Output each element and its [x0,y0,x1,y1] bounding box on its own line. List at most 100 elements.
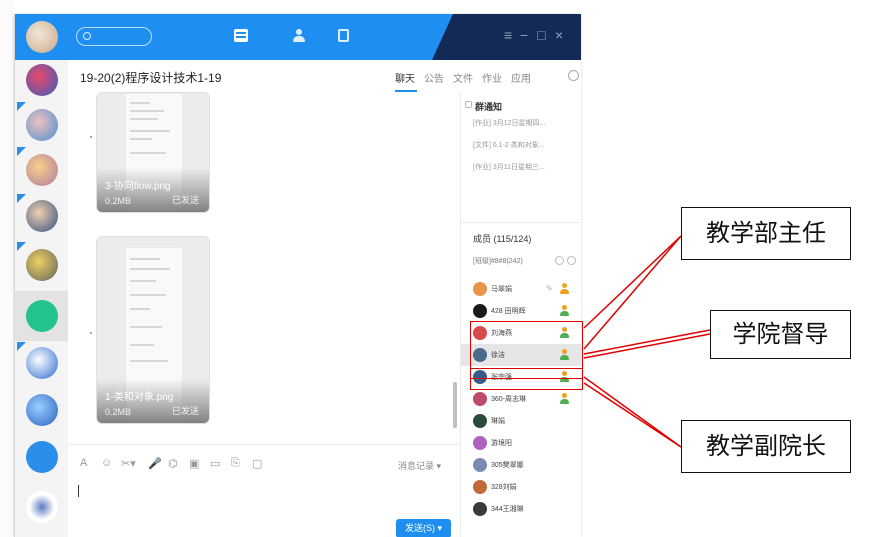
arrow-supervisor [583,329,711,355]
arrow-director [583,235,682,329]
group-admin-icon [559,393,570,405]
image-icon[interactable]: ▣ [189,457,199,470]
notice-item[interactable]: [文件] 6.1-2 类和对象... [473,140,545,150]
more-icon[interactable]: ▢ [252,457,262,470]
message-scrollbar[interactable] [453,382,457,428]
text-cursor [78,485,79,497]
tab-files[interactable]: 文件 [453,70,473,85]
arrow-supervisor [583,333,711,359]
tab-homework[interactable]: 作业 [482,70,502,85]
group-chat-avatar[interactable] [26,300,58,332]
conversation-avatar[interactable] [26,64,58,96]
tab-apps[interactable]: 应用 [511,70,531,85]
group-notice-title[interactable]: 群通知 [475,100,502,113]
conversation-avatar[interactable] [26,154,58,186]
maximize-button[interactable]: □ [537,27,545,43]
annotation-label: 教学部主任 [681,207,851,260]
member-avatar [473,392,487,406]
arrow-director [583,235,682,350]
red-packet-icon[interactable]: ⎘ [231,457,240,470]
menu-icon[interactable]: ≡ [504,27,512,43]
font-icon[interactable]: A [80,457,87,469]
gear-icon[interactable] [568,70,579,81]
title-bar: ≡ − □ × [15,14,581,60]
member-search-label[interactable]: [班级]#8#8(242) [473,256,523,266]
add-member-icon[interactable] [567,256,576,265]
member-row[interactable]: 428 田明辉 [461,300,581,322]
member-avatar [473,502,487,516]
pinned-marker [17,242,26,251]
group-name: 19-20(2)程序设计技术1-19 [80,71,222,85]
member-row[interactable]: 328刘娟 [461,476,581,498]
conversation-avatar[interactable] [26,347,58,379]
tab-chat[interactable]: 聊天 [395,70,415,85]
pinned-marker [17,342,26,351]
image-size: 0.2MB [105,407,132,417]
member-row[interactable]: 琳娟 [461,410,581,432]
send-button[interactable]: 发送(S) ▾ [396,519,451,537]
member-name: 360-周志琳 [491,396,527,403]
image-filename: 1-类和对象.png [105,392,174,403]
message-history-button[interactable]: 消息记录 ▾ [398,459,441,472]
highlight-box-vice-dean [470,368,583,390]
member-row[interactable]: 游境阳 [461,432,581,454]
notice-icon [465,101,472,108]
members-count: 成员 (115/124) [473,234,532,244]
close-button[interactable]: × [555,27,563,43]
image-message[interactable]: 1-类和对象.png 0.2MB 已发送 [96,236,210,424]
folder-icon[interactable]: ▭ [210,457,220,470]
emoji-icon[interactable]: ☺ [101,457,112,469]
conversation-avatar[interactable] [26,109,58,141]
conversation-avatar[interactable] [26,249,58,281]
group-info-panel: 群通知 [作业] 3月12日星期四... [文件] 6.1-2 类和对象... … [460,92,581,537]
notice-item[interactable]: [作业] 3月11日星期三... [473,162,545,172]
minimize-button[interactable]: − [520,27,528,43]
arrow-vice-dean [583,376,682,448]
self-avatar[interactable] [26,21,58,53]
messages-tab-icon[interactable] [234,29,248,42]
pinned-marker [17,102,26,111]
message-area: 3-协同flow.png 0.2MB 已发送 1-类和对象.png 0.2MB … [68,92,460,444]
member-row[interactable]: 344王湘琳 [461,498,581,520]
tab-announcements[interactable]: 公告 [424,70,444,85]
member-name: 琳娟 [491,418,505,425]
member-name: 328刘娟 [491,484,517,491]
member-row[interactable]: 马翠娟 ✎ [461,278,581,300]
panel-divider [461,222,581,223]
member-name: 马翠娟 [491,286,512,293]
image-status: 已发送 [171,406,199,416]
screenshot-icon[interactable]: ✂▾ [121,457,136,470]
image-filename: 3-协同flow.png [105,181,171,192]
search-icon [83,32,91,40]
conversation-avatar[interactable] [26,200,58,232]
member-name: 305樊翠娜 [491,462,524,469]
member-avatar [473,414,487,428]
search-icon[interactable] [555,256,564,265]
sticker-icon[interactable]: ⌬ [168,457,178,470]
edit-icon[interactable]: ✎ [546,284,553,293]
member-row[interactable]: 360-周志琳 [461,388,581,410]
qq-group-chat-window: ≡ − □ × 19-20(2)程序设计技术1-19 聊天 公告 文件 作业 应… [14,14,581,537]
search-box[interactable] [76,27,152,46]
member-avatar [473,304,487,318]
image-message[interactable]: 3-协同flow.png 0.2MB 已发送 [96,92,210,213]
files-tab-icon[interactable] [338,29,349,42]
member-avatar [473,480,487,494]
arrow-vice-dean [583,382,682,448]
contacts-tab-icon[interactable] [293,29,307,42]
school-logo-avatar[interactable] [26,491,58,523]
member-avatar [473,458,487,472]
pinned-marker [17,147,26,156]
annotation-label: 教学副院长 [681,420,851,473]
contacts-avatar[interactable] [26,441,58,473]
member-row[interactable]: 305樊翠娜 [461,454,581,476]
member-name: 428 田明辉 [491,308,526,315]
member-avatar [473,282,487,296]
pinned-marker [17,194,26,203]
image-status: 已发送 [171,195,199,205]
notice-item[interactable]: [作业] 3月12日星期四... [473,118,545,128]
voice-icon[interactable]: 🎤 [148,457,162,470]
input-area: A ☺ ✂▾ 🎤 ⌬ ▣ ▭ ⎘ ▢ 消息记录 ▾ 发送(S) ▾ [68,444,460,537]
conversation-avatar[interactable] [26,394,58,426]
screenshot-stage: ≡ − □ × 19-20(2)程序设计技术1-19 聊天 公告 文件 作业 应… [0,0,869,537]
